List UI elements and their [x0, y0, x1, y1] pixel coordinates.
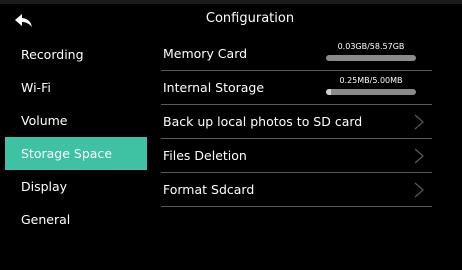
format-sdcard-row[interactable]: Format Sdcard — [161, 173, 432, 207]
back-button[interactable] — [12, 10, 36, 32]
format-sdcard-label: Format Sdcard — [163, 182, 255, 197]
chevron-right-icon — [414, 114, 424, 130]
settings-screen: Configuration Recording Wi-Fi Volume Sto… — [0, 0, 462, 270]
files-deletion-label: Files Deletion — [163, 148, 247, 163]
internal-storage-usage-text: 0.25MB/5.00MB — [339, 76, 403, 85]
top-edge — [0, 0, 462, 4]
internal-storage-usage-fill — [326, 89, 331, 95]
chevron-right-icon — [414, 148, 424, 164]
memory-card-label: Memory Card — [163, 46, 248, 61]
internal-storage-label: Internal Storage — [163, 80, 265, 95]
sidebar-item-general[interactable]: General — [0, 203, 150, 236]
chevron-right-icon — [414, 182, 424, 198]
memory-card-row: Memory Card 0.03GB/58.57GB — [161, 37, 432, 71]
memory-card-usage-text: 0.03GB/58.57GB — [337, 42, 405, 51]
sidebar-item-recording[interactable]: Recording — [0, 38, 150, 71]
backup-photos-label: Back up local photos to SD card — [163, 114, 363, 129]
back-arrow-icon — [15, 14, 32, 27]
memory-card-usage-bar — [326, 55, 416, 61]
sidebar-item-wifi[interactable]: Wi-Fi — [0, 71, 150, 104]
backup-photos-row[interactable]: Back up local photos to SD card — [161, 105, 432, 139]
files-deletion-row[interactable]: Files Deletion — [161, 139, 432, 173]
storage-settings-list: Memory Card 0.03GB/58.57GB Internal Stor… — [161, 37, 432, 207]
memory-card-usage: 0.03GB/58.57GB — [326, 42, 416, 61]
sidebar: Recording Wi-Fi Volume Storage Space Dis… — [0, 38, 150, 236]
sidebar-item-display[interactable]: Display — [0, 170, 150, 203]
internal-storage-row: Internal Storage 0.25MB/5.00MB — [161, 71, 432, 105]
internal-storage-usage: 0.25MB/5.00MB — [326, 76, 416, 95]
internal-storage-usage-bar — [326, 89, 416, 95]
sidebar-item-volume[interactable]: Volume — [0, 104, 150, 137]
sidebar-item-storage-space[interactable]: Storage Space — [5, 137, 147, 170]
page-title: Configuration — [205, 11, 295, 26]
